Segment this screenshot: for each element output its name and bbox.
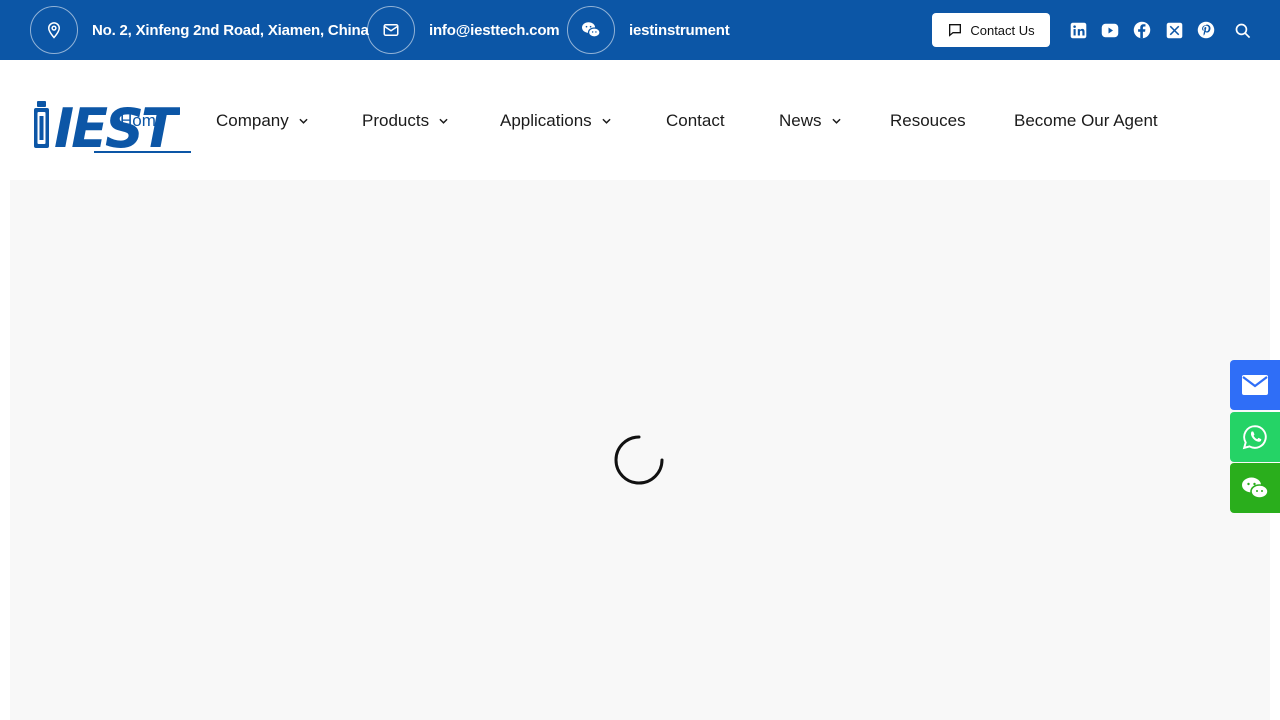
chat-bubble-icon: [949, 24, 962, 37]
chevron-down-icon: [831, 118, 841, 124]
facebook-icon[interactable]: [1133, 21, 1151, 39]
wechat-icon: [567, 6, 615, 54]
contact-us-button[interactable]: Contact Us: [932, 13, 1050, 47]
linkedin-icon[interactable]: [1069, 21, 1087, 39]
nav-products[interactable]: Products: [362, 109, 448, 133]
x-twitter-icon[interactable]: [1165, 21, 1183, 39]
search-icon[interactable]: [1233, 21, 1251, 39]
nav-resouces-label: Resouces: [890, 111, 966, 130]
nav-applications-label: Applications: [500, 111, 592, 130]
float-wechat-button[interactable]: [1230, 463, 1280, 513]
nav-become-agent[interactable]: Become Our Agent: [1014, 109, 1158, 133]
location-pin-icon: [30, 6, 78, 54]
nav-news[interactable]: News: [779, 109, 841, 133]
nav-contact-label: Contact: [666, 111, 725, 130]
email-item[interactable]: info@iesttech.com: [367, 6, 560, 54]
nav-products-label: Products: [362, 111, 430, 130]
email-icon: [1242, 375, 1268, 395]
float-whatsapp-button[interactable]: [1230, 412, 1280, 462]
chevron-down-icon: [299, 118, 308, 124]
youtube-icon[interactable]: [1101, 21, 1119, 39]
nav-resouces[interactable]: Resouces: [890, 109, 966, 133]
active-nav-underline: [94, 151, 191, 153]
nav-company[interactable]: Company: [216, 109, 308, 133]
float-email-button[interactable]: [1230, 360, 1280, 410]
nav-news-label: News: [779, 111, 822, 130]
loading-spinner-icon: [614, 435, 664, 485]
main-content: [10, 180, 1270, 720]
wechat-icon: [1242, 477, 1269, 499]
wechat-item[interactable]: iestinstrument: [567, 6, 730, 54]
nav-company-label: Company: [216, 111, 289, 130]
pinterest-icon[interactable]: [1197, 21, 1215, 39]
address-text: No. 2, Xinfeng 2nd Road, Xiamen, China: [92, 21, 369, 39]
chevron-down-icon: [602, 118, 611, 124]
contact-us-label: Contact Us: [970, 22, 1035, 38]
nav-contact[interactable]: Contact: [666, 109, 725, 133]
nav-home[interactable]: Home: [120, 111, 165, 131]
envelope-icon: [367, 6, 415, 54]
site-header: IEST Home Company Products Applications …: [0, 60, 1280, 180]
whatsapp-icon: [1242, 425, 1267, 450]
chevron-down-icon: [439, 118, 448, 124]
nav-become-agent-label: Become Our Agent: [1014, 111, 1158, 130]
address-item: No. 2, Xinfeng 2nd Road, Xiamen, China: [30, 6, 369, 54]
top-bar: No. 2, Xinfeng 2nd Road, Xiamen, China i…: [0, 0, 1280, 60]
email-link[interactable]: info@iesttech.com: [429, 22, 560, 39]
wechat-id[interactable]: iestinstrument: [629, 22, 730, 39]
nav-applications[interactable]: Applications: [500, 109, 611, 133]
